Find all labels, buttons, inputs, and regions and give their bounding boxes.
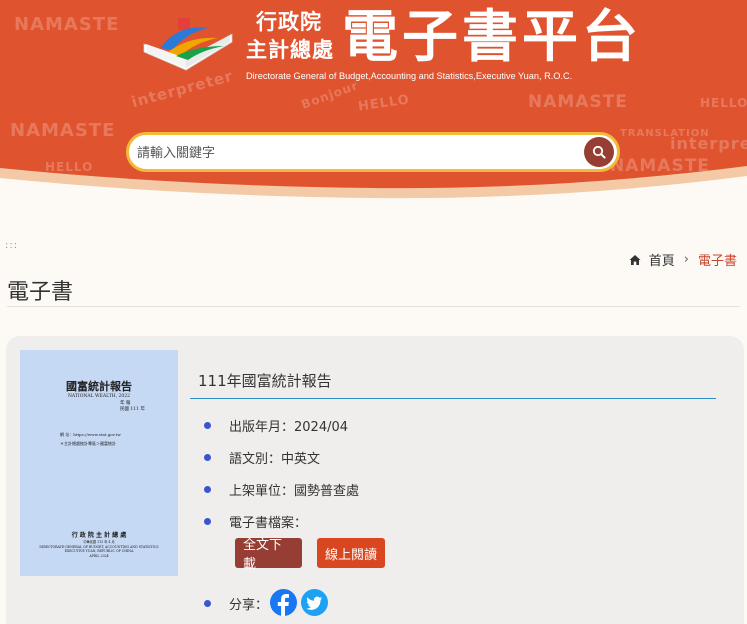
- page-title: 電子書: [7, 280, 74, 305]
- breadcrumb-separator: ›: [683, 252, 689, 267]
- org-name-line2: 主計總處: [246, 38, 334, 62]
- doodle-text: HELLO: [700, 96, 747, 110]
- org-english-name: Directorate General of Budget,Accounting…: [246, 71, 573, 81]
- facebook-icon[interactable]: [270, 589, 297, 616]
- cover-title: 國富統計報告: [66, 380, 132, 393]
- home-icon: [629, 254, 641, 265]
- breadcrumb-home-link[interactable]: 首頁: [649, 250, 675, 269]
- published-date-text: 出版年月：2024/04: [229, 420, 349, 435]
- cover-publisher-en3: APRIL 2024: [89, 553, 109, 558]
- info-language: 語文別：中英文: [204, 448, 320, 467]
- download-full-text-button[interactable]: 全文下載: [235, 538, 302, 572]
- cover-path: ＊主計總處統計專區＞國富統計: [60, 441, 116, 446]
- title-divider: [7, 306, 740, 307]
- info-published-date: 出版年月：2024/04: [204, 416, 348, 435]
- doodle-text: NAMASTE: [14, 14, 120, 35]
- ebook-card: 國富統計報告 NATIONAL WEALTH, 2022 年 報 民國 111 …: [6, 336, 744, 624]
- book-title-divider: [190, 398, 716, 399]
- book-cover-image[interactable]: 國富統計報告 NATIONAL WEALTH, 2022 年 報 民國 111 …: [20, 350, 178, 576]
- share-label: 分享：: [229, 598, 269, 613]
- info-publisher: 上架單位：國勢普查處: [204, 480, 359, 499]
- bullet-icon: [204, 422, 211, 429]
- site-header: NAMASTE interpreter NAMASTE HELLO TRANSL…: [0, 0, 747, 214]
- search-button[interactable]: [584, 137, 614, 167]
- book-title: 111年國富統計報告: [198, 372, 332, 390]
- cover-year-line2: 民國 111 年: [120, 407, 145, 412]
- bullet-icon: [204, 454, 211, 461]
- cover-publisher: 行 政 院 主 計 總 處: [71, 532, 127, 539]
- platform-title: 電子書平台: [342, 4, 642, 70]
- search-icon: [592, 145, 606, 159]
- doodle-text: interpret: [670, 134, 747, 153]
- doodle-text: NAMASTE: [610, 156, 710, 176]
- doodle-text: HELLO: [45, 160, 94, 174]
- breadcrumb: 首頁 › 電子書: [629, 250, 737, 269]
- dgbas-logo: [143, 18, 233, 71]
- language-text: 語文別：中英文: [229, 452, 321, 467]
- info-ebook-file: 電子書檔案：: [204, 512, 307, 531]
- bullet-icon: [204, 518, 211, 525]
- info-share: 分享：: [204, 594, 268, 613]
- breadcrumb-current[interactable]: 電子書: [698, 250, 737, 269]
- twitter-icon[interactable]: [301, 589, 328, 616]
- search-bar: [126, 132, 620, 172]
- bullet-icon: [204, 486, 211, 493]
- cover-subtitle: NATIONAL WEALTH, 2022: [67, 394, 131, 399]
- cover-publisher-details: 中華民國 113 年 4 月 DIRECTORATE-GENERAL OF BU…: [20, 540, 178, 558]
- doodle-text: NAMASTE: [528, 92, 628, 112]
- doodle-text: NAMASTE: [10, 120, 116, 141]
- publisher-text: 上架單位：國勢普查處: [229, 484, 360, 499]
- bullet-icon: [204, 600, 211, 607]
- cover-year: 年 報 民國 111 年: [120, 401, 145, 413]
- accesskey-marker[interactable]: :::: [5, 240, 18, 251]
- org-name-line1: 行政院: [256, 10, 322, 34]
- ebook-file-label: 電子書檔案：: [229, 516, 308, 531]
- cover-website: 網 址：https://www.stat.gov.tw: [60, 432, 121, 437]
- search-input[interactable]: [137, 141, 577, 165]
- read-online-button[interactable]: 線上閱讀: [317, 538, 385, 568]
